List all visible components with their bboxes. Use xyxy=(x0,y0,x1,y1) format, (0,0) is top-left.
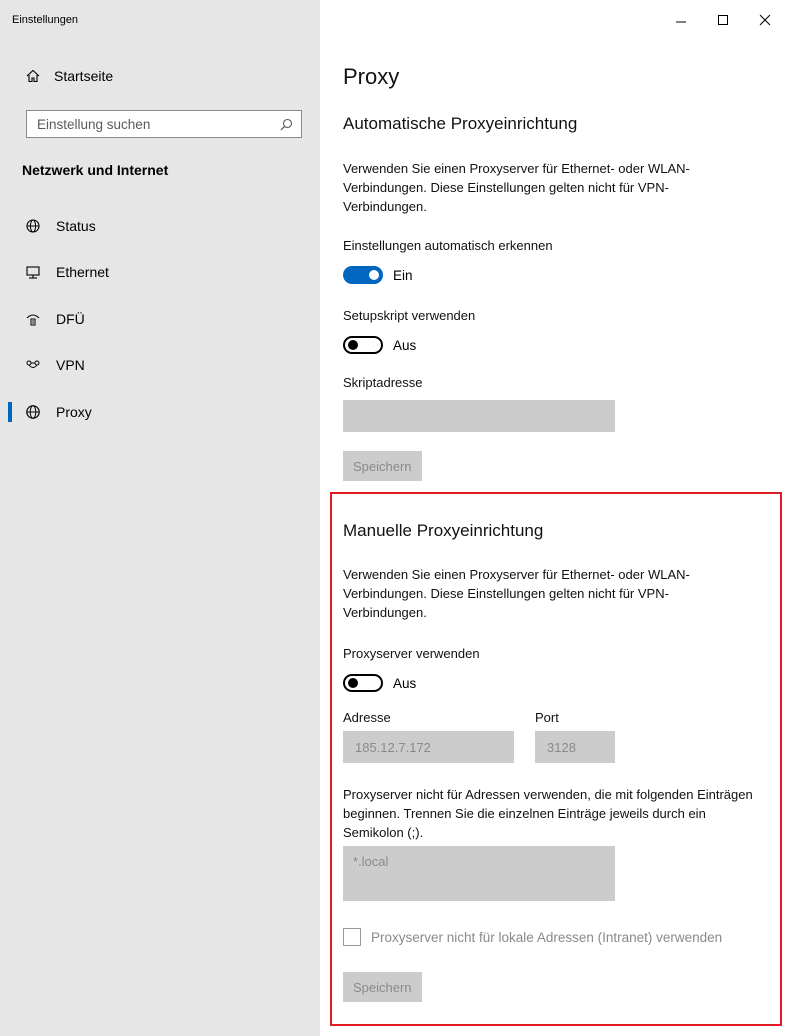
highlight-frame xyxy=(330,492,782,1026)
setup-script-row: Aus xyxy=(343,336,416,354)
sidebar-item-label: Ethernet xyxy=(56,264,109,280)
sidebar: Einstellungen Startseite Netzwerk und In… xyxy=(0,0,320,1036)
script-address-input[interactable] xyxy=(343,400,615,432)
close-button[interactable] xyxy=(744,0,786,40)
sidebar-item-dfu[interactable]: DFÜ xyxy=(0,304,320,334)
sidebar-item-proxy[interactable]: Proxy xyxy=(0,397,320,427)
status-globe-icon xyxy=(24,217,42,235)
app-title: Einstellungen xyxy=(12,14,79,26)
auto-description: Verwenden Sie einen Proxyserver für Ethe… xyxy=(343,161,690,214)
home-label: Startseite xyxy=(54,68,114,84)
search-input[interactable] xyxy=(37,116,267,132)
close-icon xyxy=(759,14,771,26)
search-icon[interactable] xyxy=(280,118,293,131)
home-icon xyxy=(26,69,40,83)
dialup-icon xyxy=(24,310,42,328)
script-address-field[interactable] xyxy=(343,400,615,432)
auto-detect-row: Ein xyxy=(343,266,413,284)
sidebar-item-label: VPN xyxy=(56,357,85,373)
page-title: Proxy xyxy=(343,64,400,89)
search-box[interactable] xyxy=(26,110,302,138)
window-controls xyxy=(660,0,786,40)
sidebar-item-vpn[interactable]: VPN xyxy=(0,350,320,380)
vpn-icon xyxy=(24,356,42,374)
sidebar-item-ethernet[interactable]: Ethernet xyxy=(0,257,320,287)
section-heading: Netzwerk und Internet xyxy=(22,162,169,178)
auto-detect-toggle[interactable] xyxy=(343,266,383,284)
maximize-button[interactable] xyxy=(702,0,744,40)
ethernet-icon xyxy=(24,263,42,281)
script-address-label: Skriptadresse xyxy=(343,375,423,390)
minimize-icon xyxy=(676,21,686,23)
setup-script-toggle[interactable] xyxy=(343,336,383,354)
selection-indicator xyxy=(8,402,12,422)
auto-detect-label: Einstellungen automatisch erkennen xyxy=(343,238,553,253)
sidebar-item-status[interactable]: Status xyxy=(0,211,320,241)
auto-detect-state: Ein xyxy=(393,267,413,283)
minimize-button[interactable] xyxy=(660,0,702,40)
setup-script-label: Setupskript verwenden xyxy=(343,308,476,323)
setup-script-state: Aus xyxy=(393,337,417,353)
auto-save-button[interactable]: Speichern xyxy=(343,451,422,481)
sidebar-item-label: DFÜ xyxy=(56,311,85,327)
auto-section-title: Automatische Proxyeinrichtung xyxy=(343,114,578,133)
sidebar-item-label: Status xyxy=(56,218,96,234)
home-link[interactable]: Startseite xyxy=(26,68,113,84)
proxy-globe-icon xyxy=(24,403,42,421)
sidebar-item-label: Proxy xyxy=(56,404,92,420)
maximize-icon xyxy=(718,15,728,25)
